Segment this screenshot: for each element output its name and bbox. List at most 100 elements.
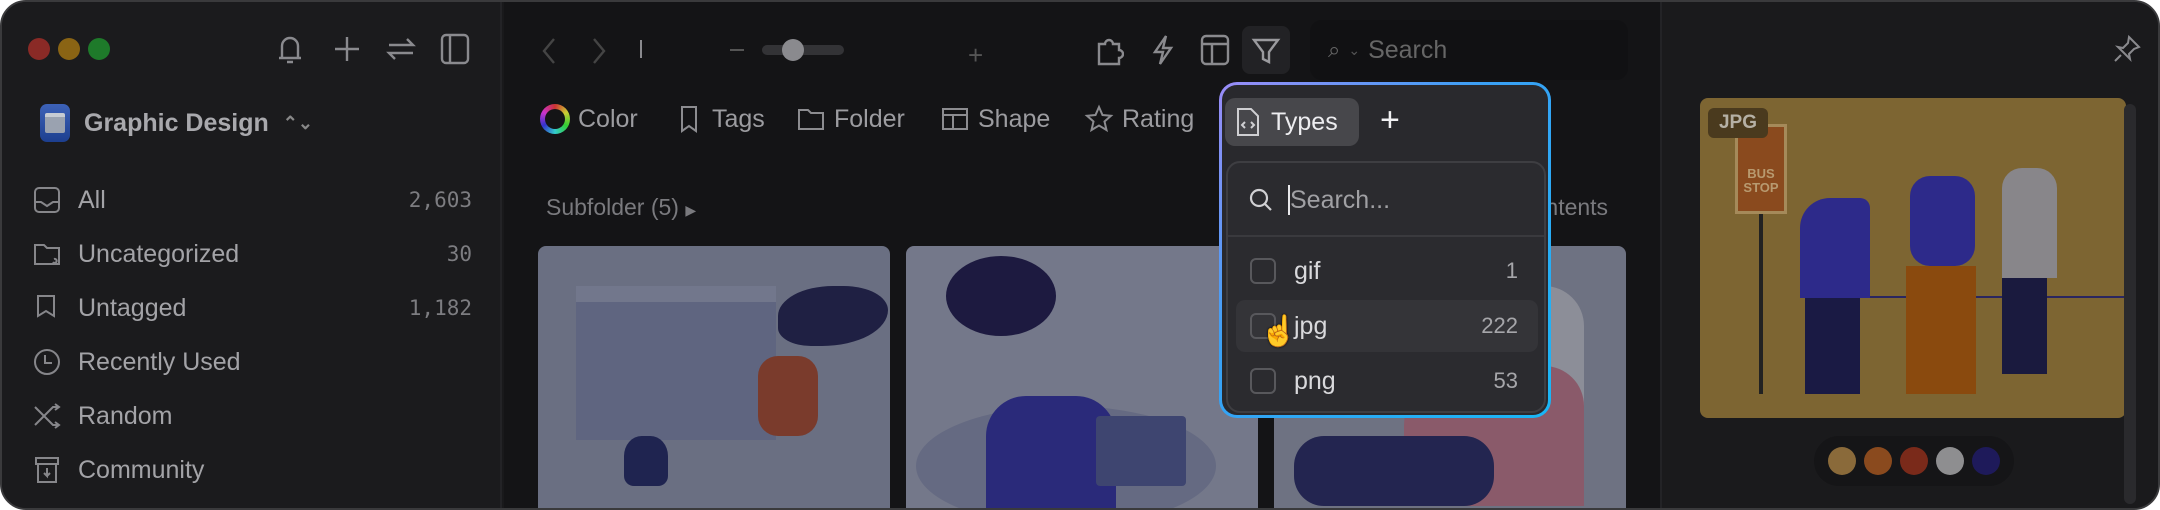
label: gif [1294, 256, 1321, 285]
search-placeholder: Search [1368, 35, 1448, 64]
count: 1 [1505, 258, 1518, 283]
types-dropdown: Search... gif 1 jpg 222 ☝ png 53 [1226, 161, 1546, 413]
label: Random [78, 401, 173, 430]
filter-rating[interactable]: Rating [1084, 104, 1194, 134]
library-name: Graphic Design [84, 108, 269, 137]
sidebar-item-untagged[interactable]: Untagged 1,182 [32, 288, 472, 328]
sidebar-item-all[interactable]: All 2,603 [32, 180, 472, 220]
filter-shape[interactable]: Shape [940, 104, 1050, 134]
count: 2,603 [408, 188, 472, 212]
forward-icon[interactable] [588, 36, 608, 71]
search-icon: ⌕ [1328, 37, 1341, 62]
shape-icon [942, 108, 968, 130]
filter-button[interactable] [1242, 26, 1290, 74]
file-type-badge: JPG [1708, 108, 1768, 138]
divider [640, 40, 642, 58]
types-filter-popup: Types + Search... gif 1 jpg 222 ☝ png 53 [1219, 82, 1551, 418]
checkbox[interactable] [1250, 258, 1276, 284]
sidebar-toggle-icon[interactable] [440, 33, 470, 70]
back-icon[interactable] [540, 36, 560, 71]
search-input[interactable]: ⌕ ⌄ Search [1310, 20, 1628, 80]
color-swatch[interactable] [1936, 447, 1964, 475]
filter-tags[interactable]: Tags [674, 104, 765, 134]
shuffle-icon [34, 403, 61, 429]
subfolder-toggle[interactable]: Subfolder (5) ▶ [546, 194, 696, 221]
color-wheel-icon [540, 104, 570, 134]
app-window: Graphic Design ⌃⌄ All 2,603 Uncategorized… [0, 0, 2160, 510]
puzzle-icon[interactable] [1094, 34, 1125, 71]
sidebar-item-random[interactable]: Random [32, 396, 472, 436]
caret-right-icon: ▶ [685, 202, 697, 218]
minimize-button[interactable] [58, 38, 80, 60]
types-filter-chip[interactable]: Types [1225, 98, 1359, 146]
thumbnail-2[interactable] [906, 246, 1258, 508]
types-search-input[interactable]: Search... [1248, 185, 1538, 215]
label: Community [78, 455, 205, 484]
zoom-slider-thumb[interactable] [782, 39, 804, 61]
color-swatch[interactable] [1864, 447, 1892, 475]
label: Color [578, 104, 638, 133]
count: 222 [1481, 313, 1518, 338]
preview-image[interactable]: BUS STOP JPG [1700, 98, 2126, 418]
plus-icon[interactable] [332, 34, 362, 69]
sidebar: Graphic Design ⌃⌄ All 2,603 Uncategorized… [2, 2, 502, 508]
inspector-panel: BUS STOP JPG [1660, 2, 2158, 508]
label: Uncategorized [78, 239, 240, 268]
add-filter-button[interactable]: + [1380, 103, 1400, 137]
library-switcher[interactable]: Graphic Design ⌃⌄ [40, 104, 313, 142]
filter-color[interactable]: Color [540, 104, 638, 134]
chevron-down-icon: ⌄ [1348, 41, 1361, 58]
label: Recently Used [78, 347, 241, 376]
scrollbar[interactable] [2124, 104, 2136, 504]
checkbox[interactable] [1250, 368, 1276, 394]
type-option-gif[interactable]: gif 1 [1236, 245, 1538, 297]
label: Folder [834, 104, 905, 133]
label: Untagged [78, 293, 187, 322]
type-option-jpg[interactable]: jpg 222 ☝ [1236, 300, 1538, 352]
clock-icon [34, 349, 60, 375]
swap-icon[interactable] [386, 34, 416, 69]
count: 53 [1493, 368, 1518, 393]
maximize-button[interactable] [88, 38, 110, 60]
thumbnail-1[interactable] [538, 246, 890, 508]
chevron-updown-icon: ⌃⌄ [282, 112, 313, 133]
file-code-icon [1237, 108, 1259, 136]
archive-icon [35, 457, 59, 483]
label: Shape [978, 104, 1051, 133]
folder-icon [798, 109, 824, 130]
filter-folder[interactable]: Folder [796, 104, 905, 134]
label: Rating [1122, 104, 1195, 133]
close-button[interactable] [28, 38, 50, 60]
label: jpg [1294, 311, 1328, 340]
label: png [1294, 366, 1336, 395]
zoom-in-icon[interactable]: + [968, 40, 983, 71]
zoom-out-icon[interactable] [730, 49, 744, 51]
inbox-icon [34, 187, 60, 213]
type-option-png[interactable]: png 53 [1236, 355, 1538, 407]
library-icon [40, 104, 70, 142]
label: Tags [712, 104, 765, 133]
count: 30 [446, 242, 472, 266]
sidebar-item-recently-used[interactable]: Recently Used [32, 342, 472, 382]
label: Subfolder (5) [546, 194, 679, 220]
label: All [78, 185, 106, 214]
bookmark-icon [681, 106, 697, 133]
folder-question-icon [34, 244, 60, 265]
count: 1,182 [408, 296, 472, 320]
sidebar-item-uncategorized[interactable]: Uncategorized 30 [32, 234, 472, 274]
color-swatch[interactable] [1900, 447, 1928, 475]
pin-icon[interactable] [2112, 34, 2142, 69]
color-swatch[interactable] [1972, 447, 2000, 475]
star-icon [1084, 104, 1114, 133]
bell-icon[interactable] [274, 32, 306, 71]
tag-question-icon [37, 295, 55, 318]
layout-icon[interactable] [1200, 34, 1230, 71]
label: Types [1271, 107, 1338, 136]
color-swatch[interactable] [1828, 447, 1856, 475]
search-icon [1249, 188, 1272, 211]
hand-cursor-icon: ☝ [1260, 315, 1298, 348]
sidebar-item-community[interactable]: Community [32, 450, 472, 490]
lightning-icon[interactable] [1150, 34, 1176, 71]
divider [1228, 235, 1544, 237]
placeholder: Search... [1290, 185, 1391, 214]
